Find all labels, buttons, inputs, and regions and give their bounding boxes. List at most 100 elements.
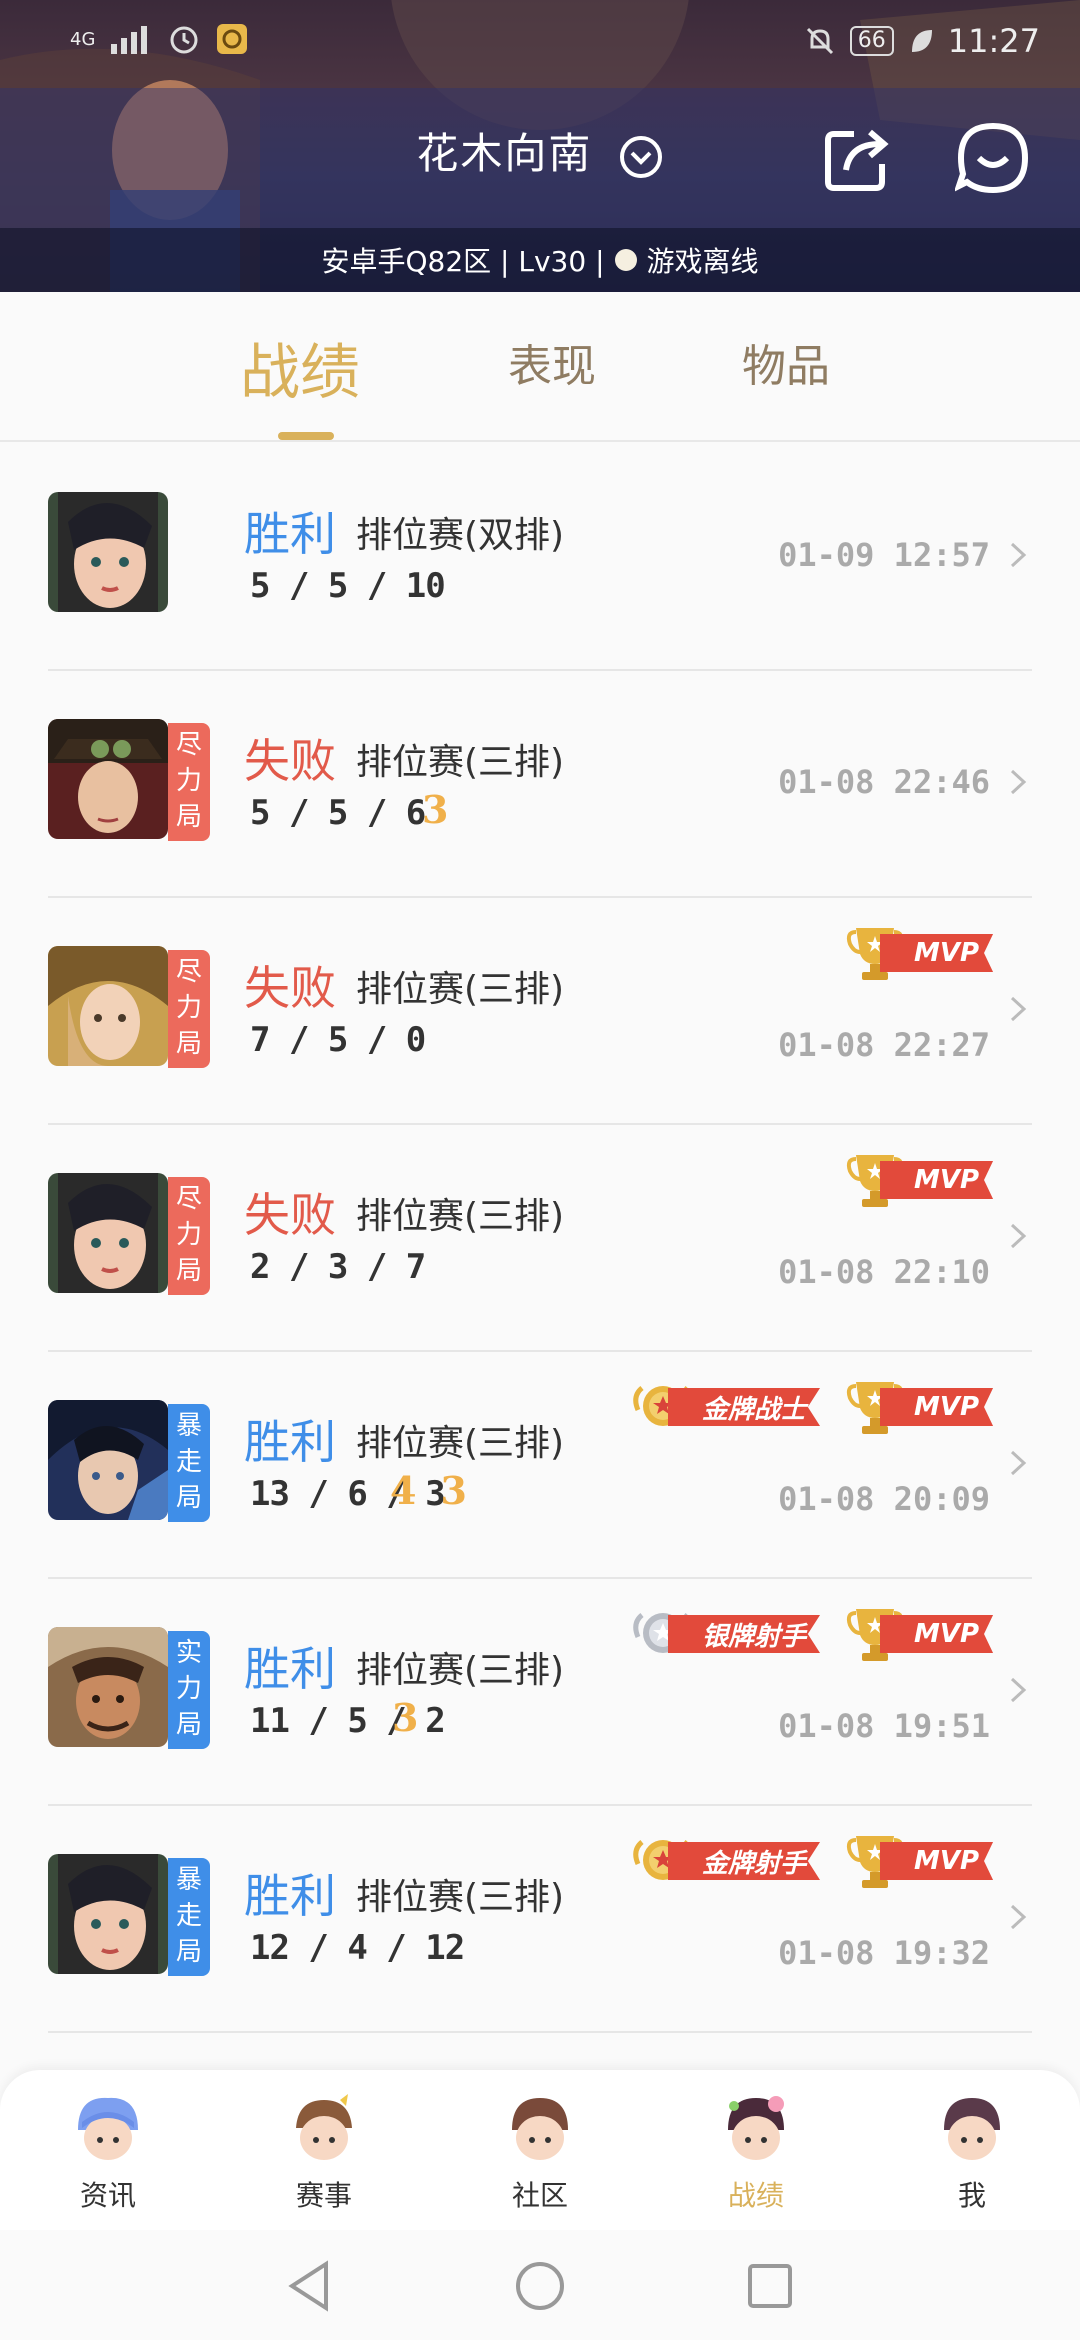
- match-mode: 排位赛(三排): [356, 742, 565, 783]
- match-row[interactable]: 尽力局 失败 排位赛(三排) 7 / 5 / 0 MVP 01-08 22:27: [48, 898, 1032, 1125]
- mvp-badge: MVP: [844, 1830, 994, 1892]
- profile-header: 4G 66 11:27 花木向南 安卓手Q82区 | Lv30 | 游戏离线: [0, 0, 1080, 292]
- tab-record[interactable]: 战绩: [240, 324, 360, 411]
- nav-record[interactable]: 战绩: [696, 2094, 816, 2214]
- match-time: 01-09 12:57: [778, 536, 990, 574]
- nav-me[interactable]: 我: [912, 2094, 1032, 2214]
- streak-badges: 3: [422, 787, 448, 832]
- match-result: 胜利: [244, 1642, 336, 1696]
- streak-badges: 3: [392, 1695, 418, 1740]
- nav-news[interactable]: 资讯: [48, 2094, 168, 2214]
- mode-tag-text: 尽力局: [175, 1184, 202, 1286]
- match-kda: 7 / 5 / 0: [250, 1020, 426, 1060]
- match-mode: 排位赛(三排): [356, 1423, 565, 1464]
- mode-tag-text: 暴走局: [175, 1411, 202, 1513]
- streak-count: 3: [422, 787, 449, 832]
- match-result: 胜利: [244, 1415, 336, 1469]
- match-mode: 排位赛(三排): [356, 1196, 565, 1237]
- chat-icon[interactable]: [955, 120, 1031, 196]
- mvp-label: MVP: [880, 934, 994, 972]
- match-result: 胜利: [244, 507, 336, 561]
- chevron-right-icon: [1010, 769, 1027, 795]
- nav-label: 战绩: [727, 2179, 784, 2212]
- chevron-right-icon: [1010, 542, 1027, 568]
- mvp-badge: MVP: [844, 1149, 994, 1211]
- match-result: 失败: [244, 734, 336, 788]
- hero-avatar: [48, 492, 168, 612]
- match-result: 失败: [244, 961, 336, 1015]
- streak-badges: 4 3: [390, 1468, 467, 1513]
- mode-tag: 尽力局: [168, 1177, 210, 1295]
- streak-count: 3: [392, 1695, 419, 1740]
- player-name: 花木向南: [416, 129, 593, 178]
- hero-avatar: [48, 1627, 168, 1747]
- mode-tag-text: 实力局: [175, 1638, 202, 1740]
- chevron-right-icon: [1010, 1904, 1027, 1930]
- gold-medal-badge: 金牌射手: [632, 1830, 821, 1892]
- offline-dot: [614, 249, 637, 271]
- match-time: 01-08 22:46: [778, 763, 990, 801]
- system-nav-bar: [0, 2230, 1080, 2340]
- chevron-right-icon: [1010, 1677, 1027, 1703]
- mode-tag: 暴走局: [168, 1404, 210, 1522]
- mvp-label: MVP: [880, 1615, 994, 1653]
- mvp-badge: MVP: [844, 1603, 994, 1665]
- mvp-label: MVP: [880, 1388, 994, 1426]
- battery-level: 66: [849, 26, 894, 56]
- chevron-right-icon: [1010, 996, 1027, 1022]
- nav-events[interactable]: 赛事: [264, 2094, 384, 2214]
- match-row[interactable]: 尽力局 失败 排位赛(三排) 5 / 5 / 6 3 01-08 22:46: [48, 671, 1032, 898]
- chevron-right-icon: [1010, 1223, 1027, 1249]
- player-name-selector[interactable]: 花木向南: [0, 120, 1080, 181]
- hero-avatar: [48, 719, 168, 839]
- streak-count: 4: [390, 1468, 417, 1513]
- home-icon[interactable]: [510, 2256, 570, 2316]
- share-icon[interactable]: [820, 120, 896, 196]
- tab-bar: 战绩 表现 物品: [0, 292, 1080, 442]
- silver-medal-badge: 银牌射手: [632, 1603, 821, 1665]
- record-character-icon: [728, 2096, 784, 2160]
- match-mode: 排位赛(三排): [356, 969, 565, 1010]
- clock: 11:27: [947, 22, 1040, 60]
- chevron-down-circle-icon: [619, 135, 662, 178]
- medal-label: 金牌射手: [668, 1842, 821, 1880]
- network-indicator: 4G: [70, 28, 96, 50]
- match-row[interactable]: 尽力局 失败 排位赛(三排) 2 / 3 / 7 MVP 01-08 22:10: [48, 1125, 1032, 1352]
- mode-tag: 尽力局: [168, 950, 210, 1068]
- community-character-icon: [512, 2098, 568, 2160]
- match-row[interactable]: 实力局 胜利 排位赛(三排) 11 / 5 / 2 3 银牌射手 MVP 01-…: [48, 1579, 1032, 1806]
- match-row[interactable]: 胜利 排位赛(双排) 5 / 5 / 10 01-09 12:57: [48, 444, 1032, 671]
- match-time: 01-08 19:51: [778, 1707, 990, 1745]
- hero-avatar: [48, 1400, 168, 1520]
- bottom-nav: 资讯 赛事 社区 战绩 我: [0, 2070, 1080, 2230]
- back-icon[interactable]: [280, 2256, 340, 2316]
- match-result: 失败: [244, 1188, 336, 1242]
- status-bar: 4G 66 11:27: [0, 0, 1080, 88]
- online-status: 游戏离线: [646, 245, 759, 278]
- mode-tag-text: 暴走局: [175, 1865, 202, 1967]
- active-tab-indicator: [278, 432, 334, 440]
- tab-performance[interactable]: 表现: [508, 330, 596, 394]
- match-time: 01-08 22:10: [778, 1253, 990, 1291]
- tab-items[interactable]: 物品: [742, 330, 830, 394]
- match-row[interactable]: 暴走局 胜利 排位赛(三排) 13 / 6 / 3 4 3 金牌战士 MVP 0…: [48, 1352, 1032, 1579]
- match-row[interactable]: 暴走局 胜利 排位赛(三排) 12 / 4 / 12 金牌射手 MVP 01-0…: [48, 1806, 1032, 2033]
- chevron-right-icon: [1010, 1450, 1027, 1476]
- match-mode: 排位赛(三排): [356, 1877, 565, 1918]
- match-time: 01-08 19:32: [778, 1934, 990, 1972]
- match-kda: 5 / 5 / 10: [250, 566, 446, 606]
- alarm-icon: [170, 26, 198, 54]
- match-mode: 排位赛(三排): [356, 1650, 565, 1691]
- match-mode: 排位赛(双排): [356, 515, 565, 556]
- nav-label: 资讯: [79, 2179, 136, 2212]
- mvp-label: MVP: [880, 1842, 994, 1880]
- nav-community[interactable]: 社区: [480, 2094, 600, 2214]
- hero-avatar: [48, 1854, 168, 1974]
- server-info-bar: 安卓手Q82区 | Lv30 | 游戏离线: [0, 228, 1080, 292]
- nav-label: 社区: [511, 2179, 568, 2212]
- mode-tag-text: 尽力局: [175, 730, 202, 832]
- streak-count: 3: [440, 1468, 467, 1513]
- mvp-label: MVP: [880, 1161, 994, 1199]
- recents-icon[interactable]: [740, 2256, 800, 2316]
- server-info: 安卓手Q82区 | Lv30 |: [321, 245, 605, 278]
